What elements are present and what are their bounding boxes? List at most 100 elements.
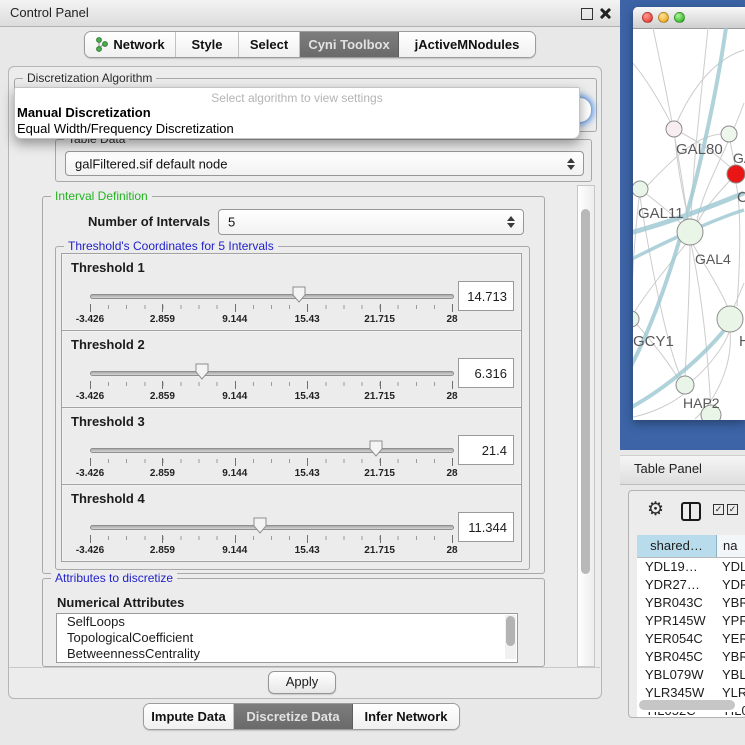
gear-icon[interactable]: ⚙ <box>647 498 664 521</box>
slider-tick-labels: -3.4262.8599.14415.4321.71528 <box>90 391 452 402</box>
number-of-intervals-label: Number of Intervals <box>88 214 210 229</box>
minimize-traffic-light-icon[interactable] <box>658 12 669 23</box>
tab-style-label: Style <box>191 37 222 52</box>
slider-track[interactable] <box>90 448 454 453</box>
slider-thumb[interactable] <box>369 440 383 457</box>
table-data-combobox[interactable]: galFiltered.sif default node <box>65 151 584 176</box>
node-attribute-table[interactable]: shared… na YDL19…YDL1 YDR27…YDR2 YBR043C… <box>637 535 745 718</box>
tab-select-label: Select <box>250 37 288 52</box>
tab-infer-network[interactable]: Infer Network <box>353 704 459 729</box>
slider-thumb[interactable] <box>195 363 209 380</box>
close-icon[interactable] <box>600 8 610 18</box>
tab-impute-data[interactable]: Impute Data <box>144 704 234 729</box>
slider-tick-labels: -3.4262.8599.14415.4321.71528 <box>90 468 452 479</box>
column-header-name[interactable]: na <box>717 535 745 557</box>
column-layout-icon[interactable] <box>681 502 701 521</box>
threshold-2-panel: Threshold 2 -3.4262.8599.14415.4321.7152… <box>61 330 522 408</box>
threshold-2-slider[interactable]: -3.4262.8599.14415.4321.71528 <box>90 365 452 403</box>
bottom-tab-bar: Impute Data Discretize Data Infer Networ… <box>143 703 460 730</box>
slider-thumb[interactable] <box>292 286 306 303</box>
scrollbar-thumb[interactable] <box>639 700 735 710</box>
node-label: GAL80 <box>676 141 723 158</box>
node-partial-right[interactable] <box>717 306 743 332</box>
table-row[interactable]: YBR043CYBR0 <box>637 594 745 612</box>
slider-track[interactable] <box>90 294 454 299</box>
scrollbar-thumb[interactable] <box>581 209 590 574</box>
table-row[interactable]: YDR27…YDR2 <box>637 576 745 594</box>
list-item[interactable]: BetweennessCentrality <box>57 646 517 662</box>
threshold-1-slider[interactable]: -3.4262.8599.14415.4321.71528 <box>90 288 452 326</box>
slider-ticks <box>90 381 452 390</box>
stepper-arrows-icon <box>507 216 516 228</box>
node-hap2[interactable] <box>676 376 694 394</box>
panel-scrollbar[interactable] <box>577 185 595 667</box>
threshold-4-value-field[interactable]: 11.344 <box>458 512 514 542</box>
tab-select[interactable]: Select <box>239 32 300 57</box>
checkbox-icon[interactable]: ✓ <box>713 504 724 515</box>
network-view-window[interactable]: GAL80 GA C GAL11 GAL4 GCY1 H HAP2 <box>633 7 745 420</box>
threshold-3-value-field[interactable]: 21.4 <box>458 435 514 465</box>
tab-network[interactable]: Network <box>85 32 176 57</box>
slider-tick-labels: -3.4262.8599.14415.4321.71528 <box>90 545 452 556</box>
apply-button[interactable]: Apply <box>268 671 336 694</box>
interval-definition-legend: Interval Definition <box>51 189 152 203</box>
table-data-value: galFiltered.sif default node <box>75 156 227 171</box>
slider-thumb[interactable] <box>253 517 267 534</box>
attributes-legend: Attributes to discretize <box>51 571 177 585</box>
slider-track[interactable] <box>90 371 454 376</box>
node-label: H <box>739 333 745 350</box>
threshold-4-label: Threshold 4 <box>71 491 145 506</box>
column-header-shared[interactable]: shared… <box>637 535 717 557</box>
list-item[interactable]: SelfLoops <box>57 614 517 630</box>
table-data-group: Table Data galFiltered.sif default node <box>55 139 592 182</box>
node-gal11[interactable] <box>633 181 648 197</box>
table-row[interactable]: YPR145WYPR1 <box>637 612 745 630</box>
table-row[interactable]: YBL079WYBL0 <box>637 666 745 684</box>
list-scrollbar[interactable] <box>505 615 516 659</box>
node-label: GAL11 <box>638 205 684 222</box>
slider-track[interactable] <box>90 525 454 530</box>
numerical-attributes-list[interactable]: SelfLoops TopologicalCoefficient Between… <box>56 613 518 663</box>
tab-style[interactable]: Style <box>176 32 239 57</box>
slider-ticks <box>90 535 452 544</box>
node-gal4[interactable] <box>677 219 703 245</box>
tab-jactivemnodules[interactable]: jActiveMNodules <box>399 32 535 57</box>
tab-cyni-toolbox[interactable]: Cyni Toolbox <box>300 32 399 57</box>
threshold-4-panel: Threshold 4 -3.4262.8599.14415.4321.7152… <box>61 484 522 562</box>
threshold-1-value-field[interactable]: 14.713 <box>458 281 514 311</box>
algorithm-dropdown-popup: Select algorithm to view settings Manual… <box>14 87 580 139</box>
network-graph-canvas[interactable]: GAL80 GA C GAL11 GAL4 GCY1 H HAP2 <box>633 28 745 420</box>
node-gcy1[interactable] <box>633 311 639 327</box>
tab-discretize-data[interactable]: Discretize Data <box>234 704 353 729</box>
checkbox-icon[interactable]: ✓ <box>727 504 738 515</box>
float-window-icon[interactable] <box>581 8 593 20</box>
table-row[interactable]: YDL19…YDL1 <box>637 558 745 576</box>
threshold-2-label: Threshold 2 <box>71 337 145 352</box>
algorithm-option-equal-width[interactable]: Equal Width/Frequency Discretization <box>17 121 234 136</box>
tab-jactivemnodules-label: jActiveMNodules <box>415 37 520 52</box>
threshold-3-slider[interactable]: -3.4262.8599.14415.4321.71528 <box>90 442 452 480</box>
threshold-3-panel: Threshold 3 -3.4262.8599.14415.4321.7152… <box>61 407 522 485</box>
tab-cyni-toolbox-label: Cyni Toolbox <box>308 37 389 52</box>
tab-discretize-data-label: Discretize Data <box>246 709 339 724</box>
number-of-intervals-combobox[interactable]: 5 <box>218 209 524 235</box>
slider-ticks <box>90 304 452 313</box>
node-gal80[interactable] <box>666 121 682 137</box>
node-red-selected[interactable] <box>727 165 745 183</box>
network-window-titlebar[interactable] <box>633 7 745 29</box>
list-item[interactable]: TopologicalCoefficient <box>57 630 517 646</box>
node-label: GCY1 <box>633 333 674 350</box>
zoom-traffic-light-icon[interactable] <box>674 12 685 23</box>
table-row[interactable]: YBR045CYBR0 <box>637 648 745 666</box>
algorithm-option-manual[interactable]: Manual Discretization <box>17 105 151 120</box>
node-label: GA <box>733 150 745 166</box>
tab-network-label: Network <box>113 37 164 52</box>
table-row[interactable]: YER054CYER0 <box>637 630 745 648</box>
discretization-algorithm-legend: Discretization Algorithm <box>23 71 156 85</box>
node-partial-top[interactable] <box>721 126 737 142</box>
table-horizontal-scrollbar[interactable] <box>637 699 739 712</box>
close-traffic-light-icon[interactable] <box>642 12 653 23</box>
threshold-4-slider[interactable]: -3.4262.8599.14415.4321.71528 <box>90 519 452 557</box>
threshold-2-value-field[interactable]: 6.316 <box>458 358 514 388</box>
node-label: C <box>737 189 745 206</box>
